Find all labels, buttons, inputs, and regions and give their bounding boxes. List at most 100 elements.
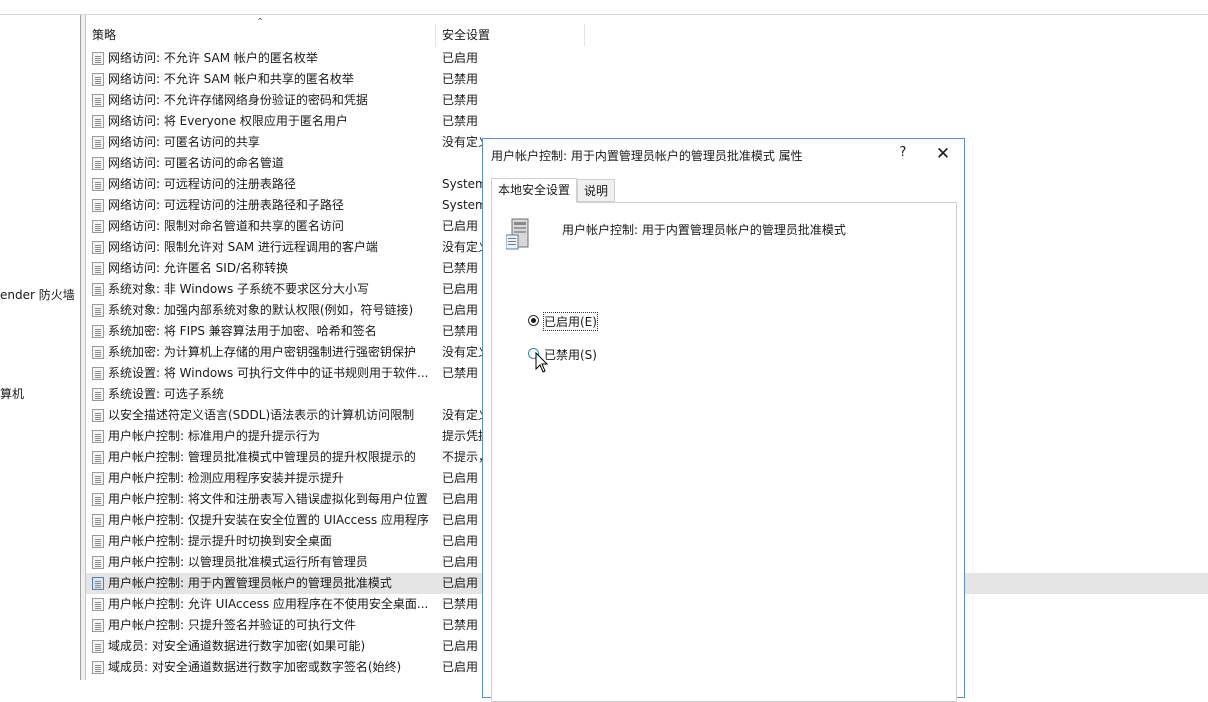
policy-icon bbox=[92, 115, 104, 128]
security-setting-cell: 已启用 bbox=[442, 471, 479, 485]
policy-icon bbox=[92, 451, 104, 464]
security-setting-cell: 已禁用 bbox=[442, 114, 479, 128]
policy-name-cell: 用户帐户控制: 检测应用程序安装并提示提升 bbox=[108, 471, 344, 485]
security-setting-cell: 没有定义 bbox=[442, 135, 482, 149]
tab-explain[interactable]: 说明 bbox=[577, 179, 616, 202]
security-setting-cell: 没有定义 bbox=[442, 408, 482, 422]
security-setting-cell: 已启用 bbox=[442, 282, 479, 296]
properties-dialog: 用户帐户控制: 用于内置管理员帐户的管理员批准模式 属性 ? ✕ 本地安全设置 … bbox=[482, 138, 965, 702]
policy-icon bbox=[92, 325, 104, 338]
security-setting-cell: 已禁用 bbox=[442, 72, 479, 86]
security-setting-cell: 已启用 bbox=[442, 534, 479, 548]
policy-name-cell: 用户帐户控制: 用于内置管理员帐户的管理员批准模式 bbox=[108, 576, 392, 590]
policy-name-cell: 网络访问: 允许匿名 SID/名称转换 bbox=[108, 261, 289, 275]
security-setting-cell: 已禁用 bbox=[442, 261, 479, 275]
policy-name-cell: 域成员: 对安全通道数据进行数字加密或数字签名(始终) bbox=[108, 660, 402, 674]
security-setting-cell: 已启用 bbox=[442, 51, 479, 65]
policy-name-cell: 网络访问: 可匿名访问的共享 bbox=[108, 135, 260, 149]
policy-icon bbox=[92, 73, 104, 86]
server-policy-icon bbox=[506, 218, 529, 250]
policy-name-cell: 网络访问: 限制对命名管道和共享的匿名访问 bbox=[108, 219, 344, 233]
list-header: ⌃ 策略 安全设置 bbox=[86, 17, 1208, 46]
policy-icon bbox=[92, 94, 104, 107]
policy-name-cell: 用户帐户控制: 仅提升安装在安全位置的 UIAccess 应用程序 bbox=[108, 513, 429, 527]
policy-icon bbox=[92, 598, 104, 611]
security-setting-cell: 已启用 bbox=[442, 303, 479, 317]
table-row[interactable]: 网络访问: 不允许存储网络身份验证的密码和凭据 已禁用 bbox=[86, 90, 1208, 111]
policy-icon bbox=[92, 493, 104, 506]
policy-name-cell: 网络访问: 将 Everyone 权限应用于匿名用户 bbox=[108, 114, 348, 128]
security-setting-cell: 已启用 bbox=[442, 576, 479, 590]
table-row[interactable]: 网络访问: 不允许 SAM 帐户和共享的匿名枚举 已禁用 bbox=[86, 69, 1208, 90]
policy-name-cell: 用户帐户控制: 提示提升时切换到安全桌面 bbox=[108, 534, 332, 548]
policy-icon bbox=[92, 157, 104, 170]
policy-icon bbox=[92, 430, 104, 443]
tree-item-firewall[interactable]: ender 防火墙 bbox=[0, 286, 75, 303]
policy-icon bbox=[92, 178, 104, 191]
policy-name-cell: 网络访问: 不允许存储网络身份验证的密码和凭据 bbox=[108, 93, 368, 107]
security-setting-cell: 不提示， bbox=[442, 450, 482, 464]
mouse-pointer-icon bbox=[535, 352, 549, 373]
policy-icon bbox=[92, 304, 104, 317]
policy-name-cell: 网络访问: 不允许 SAM 帐户的匿名枚举 bbox=[108, 51, 318, 65]
column-header-policy[interactable]: 策略 bbox=[86, 24, 435, 46]
security-setting-cell: System bbox=[442, 177, 482, 191]
policy-name-cell: 系统设置: 可选子系统 bbox=[108, 387, 224, 401]
policy-icon bbox=[92, 283, 104, 296]
security-setting-cell: 提示凭据 bbox=[442, 429, 482, 443]
policy-name-cell: 系统对象: 加强内部系统对象的默认权限(例如，符号链接) bbox=[108, 303, 414, 317]
policy-name-cell: 系统加密: 为计算机上存储的用户密钥强制进行强密钥保护 bbox=[108, 345, 416, 359]
disabled-label[interactable]: 已禁用(S) bbox=[544, 346, 597, 363]
policy-name-cell: 网络访问: 不允许 SAM 帐户和共享的匿名枚举 bbox=[108, 72, 354, 86]
policy-icon bbox=[92, 535, 104, 548]
policy-icon bbox=[92, 640, 104, 653]
policy-name-cell: 系统设置: 将 Windows 可执行文件中的证书规则用于软件... bbox=[108, 366, 429, 380]
policy-name-cell: 用户帐户控制: 只提升签名并验证的可执行文件 bbox=[108, 618, 356, 632]
policy-icon bbox=[92, 262, 104, 275]
policy-name-cell: 系统加密: 将 FIPS 兼容算法用于加密、哈希和签名 bbox=[108, 324, 377, 338]
policy-name-cell: 用户帐户控制: 将文件和注册表写入错误虚拟化到每用户位置 bbox=[108, 492, 428, 506]
policy-icon bbox=[92, 199, 104, 212]
policy-icon bbox=[92, 514, 104, 527]
table-row[interactable]: 网络访问: 将 Everyone 权限应用于匿名用户 已禁用 bbox=[86, 111, 1208, 132]
policy-icon bbox=[92, 241, 104, 254]
policy-name-cell: 用户帐户控制: 允许 UIAccess 应用程序在不使用安全桌面... bbox=[108, 597, 429, 611]
security-setting-cell: 已启用 bbox=[442, 555, 479, 569]
security-setting-cell: 已禁用 bbox=[442, 597, 479, 611]
policy-icon bbox=[92, 136, 104, 149]
close-button[interactable]: ✕ bbox=[929, 143, 957, 165]
security-setting-cell: 已禁用 bbox=[442, 618, 479, 632]
policy-icon bbox=[92, 220, 104, 233]
security-setting-cell: 已启用 bbox=[442, 639, 479, 653]
policy-name-cell: 网络访问: 可远程访问的注册表路径 bbox=[108, 177, 296, 191]
tab-local-security-setting[interactable]: 本地安全设置 bbox=[491, 178, 578, 203]
security-setting-cell: 已启用 bbox=[442, 219, 479, 233]
dialog-title: 用户帐户控制: 用于内置管理员帐户的管理员批准模式 属性 bbox=[491, 149, 803, 163]
tree-item-computer[interactable]: 算机 bbox=[0, 385, 24, 402]
help-button[interactable]: ? bbox=[891, 145, 915, 163]
policy-icon bbox=[92, 556, 104, 569]
policy-name-cell: 用户帐户控制: 标准用户的提升提示行为 bbox=[108, 429, 320, 443]
enabled-label[interactable]: 已启用(E) bbox=[543, 312, 598, 331]
policy-name-cell: 域成员: 对安全通道数据进行数字加密(如果可能) bbox=[108, 639, 366, 653]
column-divider[interactable] bbox=[584, 24, 585, 46]
policy-name-cell: 网络访问: 可远程访问的注册表路径和子路径 bbox=[108, 198, 344, 212]
policy-name-cell: 网络访问: 限制允许对 SAM 进行远程调用的客户端 bbox=[108, 240, 378, 254]
policy-icon bbox=[92, 52, 104, 65]
policy-icon bbox=[92, 388, 104, 401]
policy-icon bbox=[92, 619, 104, 632]
policy-name-cell: 系统对象: 非 Windows 子系统不要求区分大小写 bbox=[108, 282, 370, 296]
policy-icon bbox=[92, 661, 104, 674]
security-setting-cell: 已禁用 bbox=[442, 366, 479, 380]
security-setting-cell: 已启用 bbox=[442, 513, 479, 527]
column-header-setting[interactable]: 安全设置 bbox=[436, 24, 582, 46]
security-setting-cell: System bbox=[442, 198, 482, 212]
policy-name-cell: 用户帐户控制: 以管理员批准模式运行所有管理员 bbox=[108, 555, 368, 569]
policy-icon bbox=[92, 346, 104, 359]
policy-icon bbox=[92, 577, 104, 590]
enabled-radio[interactable] bbox=[528, 315, 539, 326]
security-setting-cell: 已禁用 bbox=[442, 93, 479, 107]
navigation-tree-pane[interactable]: ender 防火墙 算机 bbox=[0, 15, 81, 680]
table-row[interactable]: 网络访问: 不允许 SAM 帐户的匿名枚举 已启用 bbox=[86, 48, 1208, 69]
dialog-tabstrip: 本地安全设置 说明 bbox=[491, 178, 957, 203]
